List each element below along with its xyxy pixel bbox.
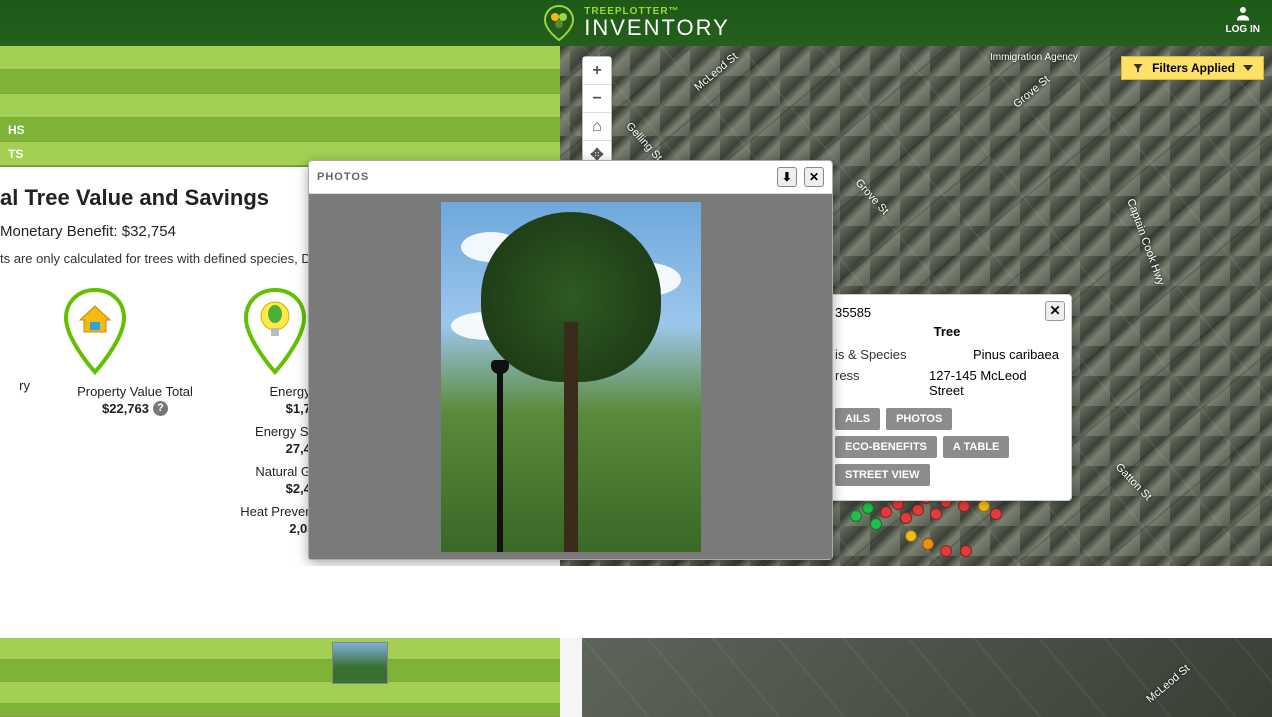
accordion-bar[interactable] [0, 46, 560, 70]
home-extent-button[interactable]: ⌂ [583, 113, 611, 141]
street-gatton: Gatton St [1113, 461, 1154, 503]
tree-dot[interactable] [880, 506, 892, 518]
map-controls: + − ⌂ ✥ [582, 56, 612, 170]
bottom-strip [0, 566, 1272, 638]
filters-label: Filters Applied [1152, 61, 1235, 75]
login-label: LOG IN [1226, 24, 1260, 35]
bottom-map-strip: McLeod St [582, 638, 1272, 717]
zoom-in-button[interactable]: + [583, 57, 611, 85]
brand-logo: TREEPLOTTER™ INVENTORY [542, 4, 730, 42]
accordion-bar[interactable] [0, 704, 560, 717]
tree-dot[interactable] [958, 500, 970, 512]
metric-cutoff: ry [0, 286, 30, 538]
bottom-accordion [0, 638, 560, 717]
zoom-out-button[interactable]: − [583, 85, 611, 113]
close-icon[interactable]: ✕ [1045, 301, 1065, 321]
tree-dot[interactable] [930, 508, 942, 520]
photo-thumbnail[interactable] [332, 642, 388, 684]
tree-dot[interactable] [990, 508, 1002, 520]
street-gelling: Gelling St [623, 120, 664, 163]
tree-photo [441, 202, 701, 552]
close-icon[interactable]: ✕ [804, 167, 824, 187]
street-view-button[interactable]: STREET VIEW [835, 464, 930, 486]
tree-dot[interactable] [922, 538, 934, 550]
help-icon[interactable]: ? [153, 401, 168, 416]
house-pin-icon [60, 286, 210, 376]
label-immigration: Immigration Agency [990, 52, 1078, 63]
photos-button[interactable]: PHOTOS [886, 408, 952, 430]
brand-bottom: INVENTORY [584, 17, 730, 39]
filters-applied-button[interactable]: Filters Applied [1121, 56, 1264, 80]
tree-dot[interactable] [912, 504, 924, 516]
tree-dot[interactable] [978, 500, 990, 512]
metric-property-value: Property Value Total $22,763? [60, 286, 210, 538]
filter-icon [1132, 62, 1144, 74]
eco-benefits-button[interactable]: ECO-BENEFITS [835, 436, 937, 458]
street-mcleod-bottom: McLeod St [1144, 663, 1192, 706]
accordion-bar[interactable] [0, 70, 560, 94]
tree-dot[interactable] [870, 518, 882, 530]
user-icon [1234, 4, 1252, 22]
modal-header[interactable]: PHOTOS ⬇ ✕ [309, 161, 832, 194]
download-icon[interactable]: ⬇ [777, 167, 797, 187]
chevron-down-icon [1243, 65, 1253, 71]
popup-type: Tree [835, 324, 1059, 339]
tree-dot[interactable] [940, 545, 952, 557]
tree-info-popup: ✕ 35585 Tree is & SpeciesPinus caribaea … [822, 294, 1072, 501]
popup-buttons: AILS PHOTOS ECO-BENEFITS A TABLE STREET … [835, 408, 1059, 486]
app-header: TREEPLOTTER™ INVENTORY LOG IN [0, 0, 1272, 46]
accordion: HS TS [0, 46, 560, 167]
tree-dot[interactable] [960, 545, 972, 557]
accordion-bar[interactable] [0, 94, 560, 118]
login-button[interactable]: LOG IN [1226, 4, 1260, 35]
modal-body [309, 194, 832, 559]
street-grove: Grove St [1011, 73, 1052, 110]
data-table-button[interactable]: A TABLE [943, 436, 1009, 458]
tree-dot[interactable] [850, 510, 862, 522]
accordion-bar[interactable] [0, 660, 560, 682]
details-button[interactable]: AILS [835, 408, 880, 430]
popup-id: 35585 [835, 305, 1059, 320]
tree-dot[interactable] [900, 512, 912, 524]
street-mcleod: McLeod St [692, 51, 740, 94]
accordion-item[interactable]: HS [0, 118, 560, 142]
modal-title: PHOTOS [317, 171, 369, 183]
logo-pin-icon [542, 4, 576, 42]
tree-dot[interactable] [862, 502, 874, 514]
tree-dot[interactable] [905, 530, 917, 542]
street-cook: Captain Cook Hwy [1124, 197, 1166, 287]
accordion-bar[interactable] [0, 638, 560, 660]
photos-modal: PHOTOS ⬇ ✕ [308, 160, 833, 560]
street-grove2: Grove St [853, 177, 891, 217]
accordion-bar[interactable] [0, 682, 560, 704]
